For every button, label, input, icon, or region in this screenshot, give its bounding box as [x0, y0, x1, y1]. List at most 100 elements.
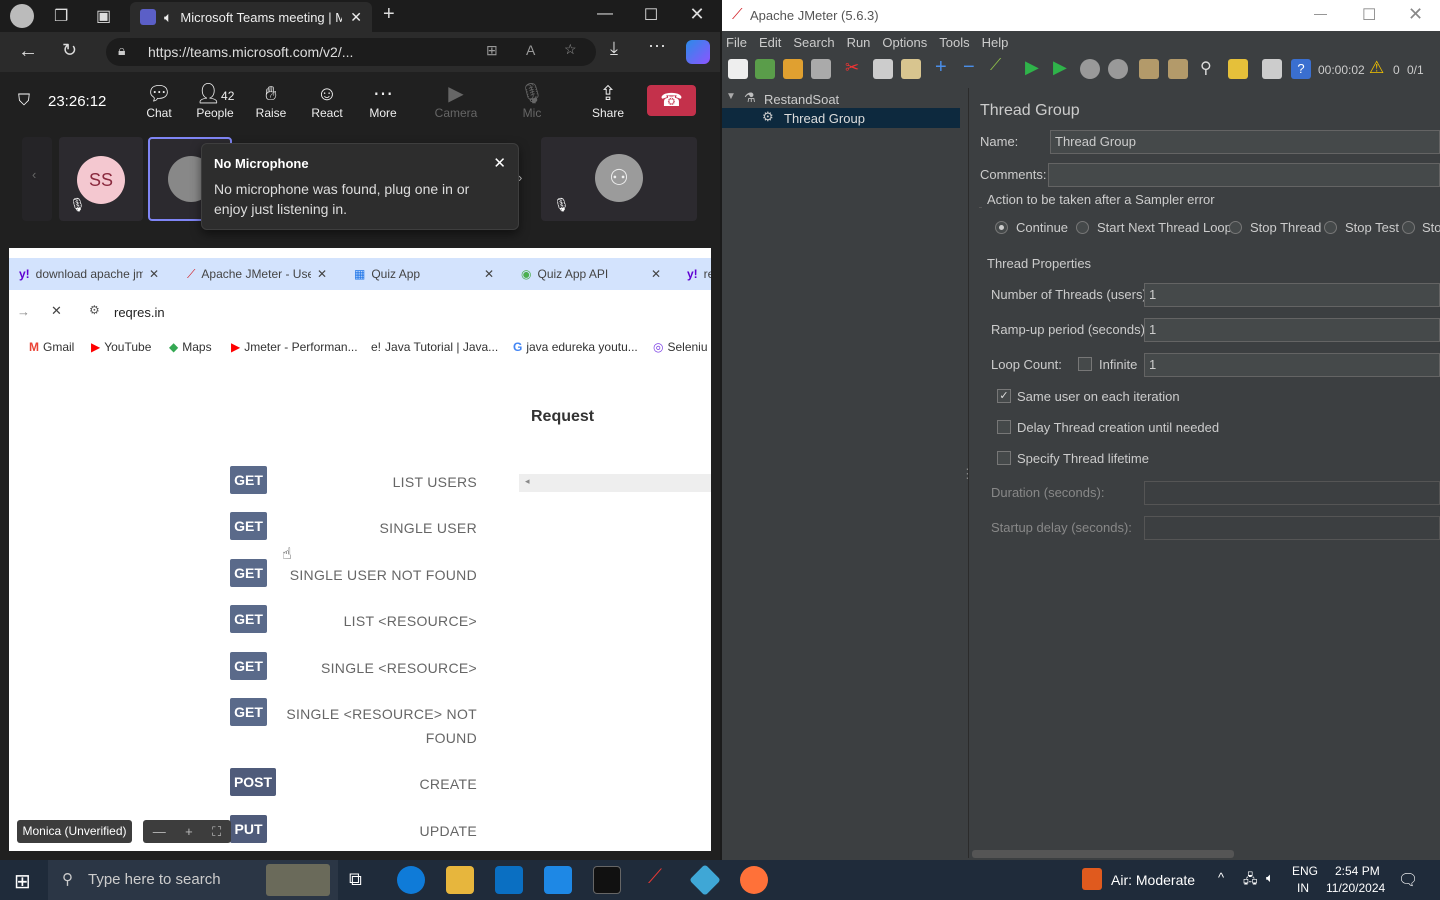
settings-more-icon[interactable]: ⋯ [648, 36, 666, 57]
startup-delay-field[interactable] [1144, 516, 1440, 540]
menu-help[interactable]: Help [982, 35, 1009, 50]
menu-search[interactable]: Search [793, 35, 834, 50]
reset-search-icon[interactable] [1228, 59, 1248, 79]
bookmark-item[interactable]: M Gmail [29, 340, 74, 354]
shared-tab[interactable]: ◉ Quiz App API ✕ [511, 258, 671, 290]
radio-stop-test[interactable] [1324, 221, 1337, 234]
warning-icon[interactable]: ⚠ [1369, 58, 1384, 78]
threads-field[interactable]: 1 [1144, 283, 1440, 307]
start-no-timers-icon[interactable]: ▶ [1053, 57, 1067, 78]
shared-tab[interactable]: ▦ Quiz App ✕ [344, 258, 504, 290]
expand-icon[interactable]: + [935, 56, 947, 79]
new-icon[interactable] [728, 59, 748, 79]
tray-chevron-icon[interactable]: ^ [1218, 870, 1224, 885]
bookmark-item[interactable]: Gjava edureka youtu... [513, 340, 638, 354]
leave-call-button[interactable]: ☎︎ [647, 85, 696, 116]
open-icon[interactable] [783, 59, 803, 79]
mail-icon[interactable] [544, 866, 572, 894]
more-button[interactable]: ⋯ More [353, 82, 413, 120]
copy-icon[interactable] [873, 59, 893, 79]
terminal-icon[interactable] [593, 866, 621, 894]
endpoint-list-resource[interactable]: GET LIST <RESOURCE> [230, 603, 477, 639]
clear-all-icon[interactable] [1168, 59, 1188, 79]
minimize-icon[interactable]: — [1314, 6, 1327, 21]
menu-options[interactable]: Options [882, 35, 927, 50]
clock-date[interactable]: 11/20/2024 [1326, 881, 1385, 895]
copilot-icon[interactable] [686, 40, 710, 64]
chevron-down-icon[interactable]: ▼ [726, 91, 736, 102]
shared-tab[interactable]: ⟋ Apache JMeter - Use ✕ [177, 258, 337, 290]
close-window-icon[interactable]: ✕ [674, 4, 720, 25]
speaker-icon[interactable]: 🔈︎ [164, 9, 172, 26]
new-tab-icon[interactable]: + [383, 3, 395, 26]
toggle-icon[interactable]: ⟋ [990, 57, 1001, 75]
radio-continue[interactable] [995, 221, 1008, 234]
endpoint-single-resource[interactable]: GET SINGLE <RESOURCE> [230, 650, 477, 686]
participant-tile[interactable]: SS 🎙︎ [59, 137, 143, 221]
tab-actions-icon[interactable]: ▣ [96, 6, 111, 26]
close-tab-icon[interactable]: ✕ [484, 267, 494, 281]
templates-icon[interactable] [755, 59, 775, 79]
search-icon[interactable]: ⚲ [1200, 58, 1212, 78]
name-field[interactable]: Thread Group [1050, 130, 1440, 154]
tree-root[interactable]: RestandSoat [764, 92, 839, 107]
close-tab-icon[interactable]: ✕ [317, 267, 327, 281]
back-icon[interactable]: ← [18, 40, 38, 63]
raise-hand-button[interactable]: ✋︎ Raise [241, 82, 301, 120]
workspaces-icon[interactable]: ❐ [54, 6, 68, 26]
profile-icon[interactable] [10, 4, 34, 28]
save-icon[interactable] [811, 59, 831, 79]
air-quality-icon[interactable] [1082, 868, 1102, 890]
fullscreen-icon[interactable]: ⛶ [212, 824, 221, 840]
endpoint-list-users[interactable]: GET LIST USERS [230, 464, 477, 500]
panel-scrollbar[interactable] [972, 850, 1234, 858]
close-window-icon[interactable]: ✕ [1408, 4, 1423, 25]
endpoint-single-resource-not-found[interactable]: GET SINGLE <RESOURCE> NOT FOUND [230, 696, 477, 752]
site-info-icon[interactable]: ⚙ [89, 303, 100, 317]
favorite-star-icon[interactable]: ☆ [564, 41, 577, 58]
menu-file[interactable]: File [726, 35, 747, 50]
comments-field[interactable] [1048, 163, 1440, 187]
store-icon[interactable] [495, 866, 523, 894]
zoom-out-icon[interactable]: — [153, 824, 166, 839]
paste-icon[interactable] [901, 59, 921, 79]
radio-start-next-loop[interactable] [1076, 221, 1089, 234]
stop-icon[interactable] [1080, 59, 1100, 79]
camera-button[interactable]: ▶︎ Camera [426, 82, 486, 120]
radio-stop-thread[interactable] [1229, 221, 1242, 234]
people-button[interactable]: 👤︎42 People [185, 82, 245, 120]
network-icon[interactable]: 🖧︎ [1243, 870, 1258, 892]
participant-tile[interactable]: ⚇ 🎙︎ [541, 137, 697, 221]
close-icon[interactable]: ✕ [493, 154, 506, 172]
bookmark-item[interactable]: ◆ Maps [169, 340, 212, 354]
taskbar-search[interactable]: ⚲ Type here to search [48, 860, 338, 900]
cut-icon[interactable]: ✂ [845, 58, 859, 78]
clear-icon[interactable] [1139, 59, 1159, 79]
endpoint-single-user-not-found[interactable]: GET SINGLE USER NOT FOUND [230, 557, 477, 593]
maximize-icon[interactable]: ☐ [628, 5, 674, 25]
refresh-icon[interactable]: ↻ [62, 40, 77, 61]
region-code[interactable]: IN [1297, 881, 1309, 895]
chat-button[interactable]: 💬︎ Chat [129, 82, 189, 120]
infinite-checkbox[interactable] [1078, 357, 1092, 371]
menu-tools[interactable]: Tools [939, 35, 969, 50]
task-view-icon[interactable]: ⧉ [349, 869, 362, 890]
tiles-prev-button[interactable]: ‹ [22, 137, 52, 221]
help-icon[interactable]: ? [1291, 59, 1311, 79]
notifications-icon[interactable]: 🗨︎ [1398, 870, 1418, 890]
endpoint-single-user[interactable]: GET SINGLE USER [230, 510, 477, 546]
jmeter-taskbar-icon[interactable]: ⟋ [648, 866, 662, 889]
react-button[interactable]: ☺ React [297, 82, 357, 120]
shared-tab[interactable]: y!re [677, 258, 711, 290]
duration-field[interactable] [1144, 481, 1440, 505]
close-tab-icon[interactable]: ✕ [651, 267, 661, 281]
forward-icon[interactable]: → [17, 304, 30, 319]
zoom-in-icon[interactable]: + [185, 824, 193, 839]
start-icon[interactable]: ▶ [1025, 57, 1039, 78]
apps-icon[interactable]: ⊞ [486, 42, 498, 59]
function-helper-icon[interactable] [1262, 59, 1282, 79]
bookmark-item[interactable]: ◎ Seleniu [653, 340, 708, 354]
shutdown-icon[interactable] [1108, 59, 1128, 79]
same-user-checkbox[interactable]: ✓ [997, 389, 1011, 403]
loop-count-field[interactable]: 1 [1144, 353, 1440, 377]
